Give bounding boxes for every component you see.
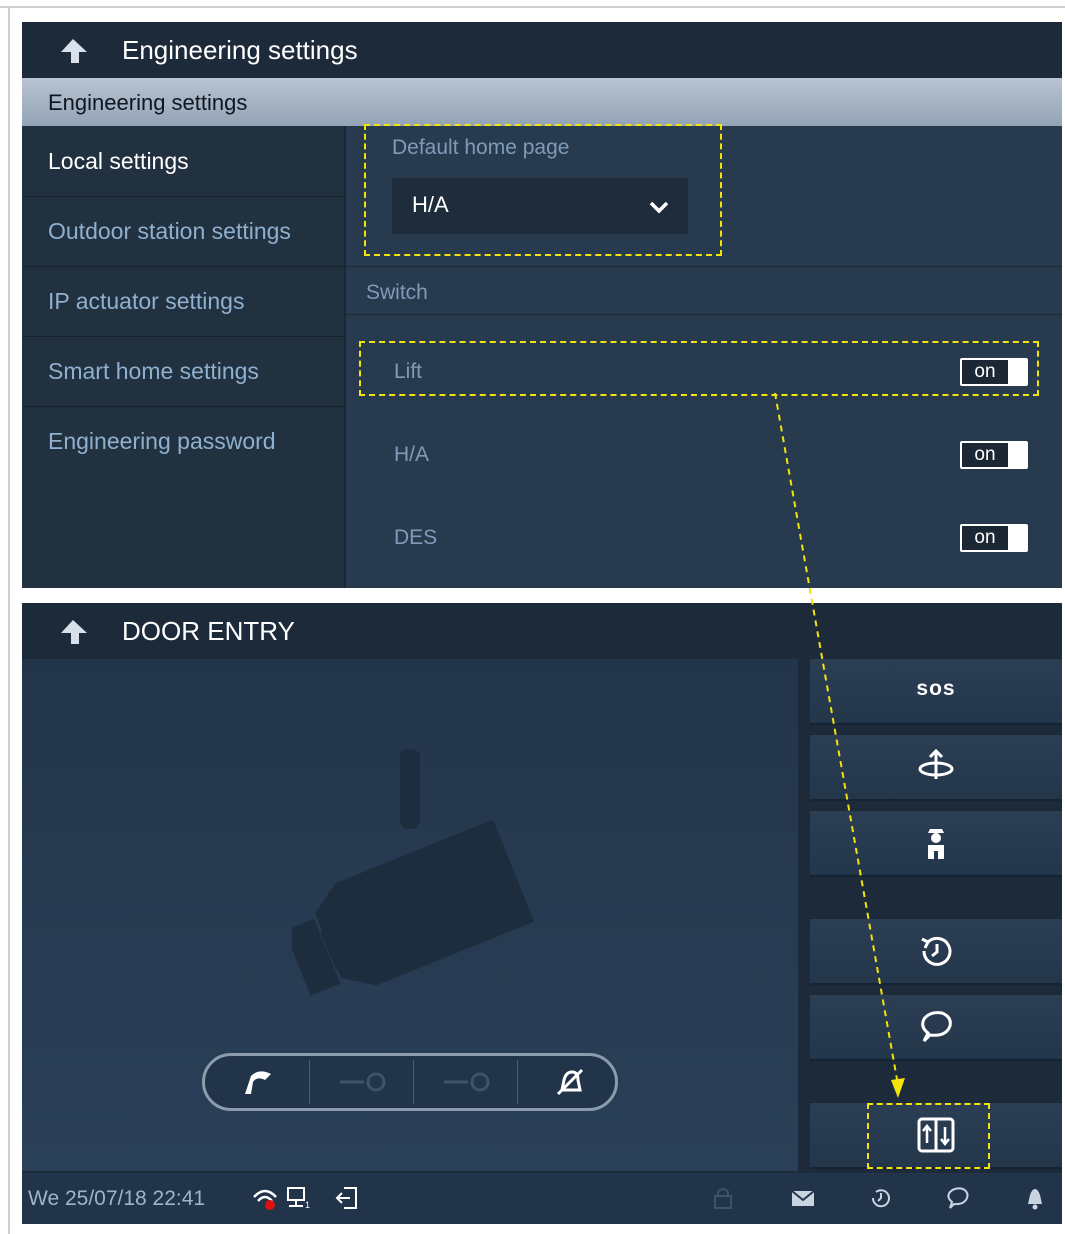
switch-des-label: DES	[394, 526, 438, 549]
menu-item-label: Outdoor station settings	[48, 218, 291, 244]
mail-icon	[791, 1190, 815, 1206]
title-bar: Engineering settings	[22, 22, 1062, 78]
svg-text:1: 1	[305, 1200, 310, 1210]
menu-item-label: Smart home settings	[48, 358, 259, 384]
menu-item-outdoor-station-settings[interactable]: Outdoor station settings	[22, 196, 344, 267]
call-control-bar	[202, 1053, 618, 1111]
title-bar: DOOR ENTRY	[22, 603, 1062, 659]
menu-item-ip-actuator-settings[interactable]: IP actuator settings	[22, 266, 344, 337]
menu-item-label: Engineering password	[48, 428, 276, 454]
highlight-lift-button	[867, 1103, 990, 1169]
back-arrow-icon[interactable]	[58, 38, 88, 64]
switch-section-label: Switch	[366, 281, 428, 304]
page-title: DOOR ENTRY	[122, 616, 295, 646]
unlock-button-1[interactable]	[310, 1056, 414, 1108]
des-toggle[interactable]: on	[960, 524, 1028, 552]
page-title: Engineering settings	[122, 35, 358, 65]
ha-toggle[interactable]: on	[960, 441, 1028, 469]
camera-placeholder-icon	[292, 749, 535, 996]
engineering-settings-screen: Engineering settings Engineering setting…	[22, 22, 1062, 588]
menu-item-label: Local settings	[48, 148, 189, 174]
highlight-default-home-page	[364, 124, 722, 256]
section-title: Engineering settings	[48, 90, 248, 115]
answer-call-icon	[245, 1071, 271, 1094]
guard-icon	[928, 829, 944, 859]
menu-item-smart-home-settings[interactable]: Smart home settings	[22, 336, 344, 407]
sos-label: sos	[916, 677, 956, 700]
unlock-key-2-icon	[444, 1072, 490, 1092]
settings-menu: Local settings Outdoor station settings …	[22, 126, 344, 588]
toggle-state: on	[962, 443, 1008, 467]
video-area	[22, 659, 798, 1171]
datetime: We 25/07/18 22:41	[28, 1187, 206, 1210]
surveillance-rotate-icon	[918, 749, 954, 779]
unlock-key-1-icon	[340, 1072, 386, 1092]
menu-item-engineering-password[interactable]: Engineering password	[22, 406, 344, 476]
surveillance-button[interactable]	[810, 735, 1062, 801]
back-arrow-icon[interactable]	[58, 619, 88, 645]
mute-button[interactable]	[518, 1056, 615, 1108]
chat-icon	[947, 1187, 969, 1209]
menu-item-local-settings[interactable]: Local settings	[22, 126, 344, 197]
mute-icon	[556, 1068, 584, 1096]
sos-button[interactable]: sos	[810, 659, 1062, 725]
section-header: Engineering settings	[22, 78, 1062, 126]
switch-ha-label: H/A	[394, 443, 430, 466]
guard-call-button[interactable]	[810, 811, 1062, 877]
message-button[interactable]	[810, 995, 1062, 1061]
frame-left-line	[8, 6, 10, 1234]
bell-icon	[1028, 1189, 1042, 1210]
history-button[interactable]	[810, 919, 1062, 985]
lock-icon	[714, 1188, 732, 1209]
history-icon	[871, 1189, 890, 1208]
status-bar: We 25/07/18 22:41 1	[22, 1173, 1062, 1224]
wifi-icon	[253, 1189, 277, 1210]
frame-top-line	[0, 6, 1065, 8]
history-icon	[921, 936, 952, 966]
logout-icon	[335, 1187, 357, 1209]
network-icon: 1	[287, 1187, 310, 1210]
toggle-state: on	[962, 526, 1008, 550]
unlock-button-2[interactable]	[414, 1056, 518, 1108]
menu-item-label: IP actuator settings	[48, 288, 245, 314]
highlight-lift-switch	[359, 341, 1039, 396]
divider	[346, 314, 1062, 315]
answer-call-button[interactable]	[205, 1056, 309, 1108]
message-icon	[921, 1011, 952, 1043]
divider	[346, 266, 1062, 267]
